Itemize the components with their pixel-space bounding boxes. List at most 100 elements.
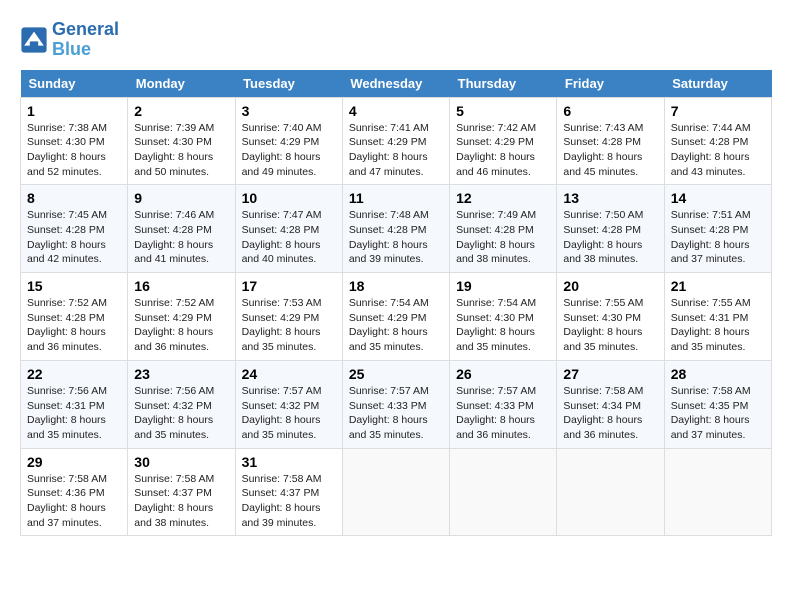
calendar-cell: 6 Sunrise: 7:43 AM Sunset: 4:28 PM Dayli… (557, 97, 664, 185)
calendar-cell: 11 Sunrise: 7:48 AM Sunset: 4:28 PM Dayl… (342, 185, 449, 273)
day-number: 10 (242, 190, 336, 206)
cell-info: Sunrise: 7:58 AM Sunset: 4:36 PM Dayligh… (27, 472, 121, 531)
calendar-cell: 31 Sunrise: 7:58 AM Sunset: 4:37 PM Dayl… (235, 448, 342, 536)
day-header-friday: Friday (557, 70, 664, 98)
day-number: 28 (671, 366, 765, 382)
calendar-cell: 18 Sunrise: 7:54 AM Sunset: 4:29 PM Dayl… (342, 273, 449, 361)
cell-info: Sunrise: 7:57 AM Sunset: 4:33 PM Dayligh… (349, 384, 443, 443)
cell-info: Sunrise: 7:55 AM Sunset: 4:30 PM Dayligh… (563, 296, 657, 355)
day-number: 5 (456, 103, 550, 119)
day-number: 25 (349, 366, 443, 382)
cell-info: Sunrise: 7:39 AM Sunset: 4:30 PM Dayligh… (134, 121, 228, 180)
cell-info: Sunrise: 7:50 AM Sunset: 4:28 PM Dayligh… (563, 208, 657, 267)
calendar-cell (557, 448, 664, 536)
day-number: 19 (456, 278, 550, 294)
cell-info: Sunrise: 7:52 AM Sunset: 4:29 PM Dayligh… (134, 296, 228, 355)
day-number: 11 (349, 190, 443, 206)
calendar-cell: 2 Sunrise: 7:39 AM Sunset: 4:30 PM Dayli… (128, 97, 235, 185)
calendar-cell: 15 Sunrise: 7:52 AM Sunset: 4:28 PM Dayl… (21, 273, 128, 361)
calendar-cell: 30 Sunrise: 7:58 AM Sunset: 4:37 PM Dayl… (128, 448, 235, 536)
calendar-cell: 19 Sunrise: 7:54 AM Sunset: 4:30 PM Dayl… (450, 273, 557, 361)
calendar-week-2: 8 Sunrise: 7:45 AM Sunset: 4:28 PM Dayli… (21, 185, 772, 273)
calendar-cell: 14 Sunrise: 7:51 AM Sunset: 4:28 PM Dayl… (664, 185, 771, 273)
day-number: 1 (27, 103, 121, 119)
cell-info: Sunrise: 7:57 AM Sunset: 4:32 PM Dayligh… (242, 384, 336, 443)
calendar-cell: 20 Sunrise: 7:55 AM Sunset: 4:30 PM Dayl… (557, 273, 664, 361)
day-number: 2 (134, 103, 228, 119)
cell-info: Sunrise: 7:58 AM Sunset: 4:34 PM Dayligh… (563, 384, 657, 443)
cell-info: Sunrise: 7:42 AM Sunset: 4:29 PM Dayligh… (456, 121, 550, 180)
calendar-cell (450, 448, 557, 536)
cell-info: Sunrise: 7:38 AM Sunset: 4:30 PM Dayligh… (27, 121, 121, 180)
calendar-cell: 12 Sunrise: 7:49 AM Sunset: 4:28 PM Dayl… (450, 185, 557, 273)
day-number: 23 (134, 366, 228, 382)
calendar-cell: 1 Sunrise: 7:38 AM Sunset: 4:30 PM Dayli… (21, 97, 128, 185)
day-number: 16 (134, 278, 228, 294)
cell-info: Sunrise: 7:57 AM Sunset: 4:33 PM Dayligh… (456, 384, 550, 443)
day-number: 31 (242, 454, 336, 470)
header: General Blue (20, 20, 772, 60)
day-header-wednesday: Wednesday (342, 70, 449, 98)
day-number: 6 (563, 103, 657, 119)
calendar-cell: 28 Sunrise: 7:58 AM Sunset: 4:35 PM Dayl… (664, 360, 771, 448)
cell-info: Sunrise: 7:58 AM Sunset: 4:37 PM Dayligh… (134, 472, 228, 531)
calendar-header-row: SundayMondayTuesdayWednesdayThursdayFrid… (21, 70, 772, 98)
cell-info: Sunrise: 7:40 AM Sunset: 4:29 PM Dayligh… (242, 121, 336, 180)
calendar-cell: 7 Sunrise: 7:44 AM Sunset: 4:28 PM Dayli… (664, 97, 771, 185)
day-number: 8 (27, 190, 121, 206)
cell-info: Sunrise: 7:49 AM Sunset: 4:28 PM Dayligh… (456, 208, 550, 267)
cell-info: Sunrise: 7:58 AM Sunset: 4:35 PM Dayligh… (671, 384, 765, 443)
calendar-cell: 16 Sunrise: 7:52 AM Sunset: 4:29 PM Dayl… (128, 273, 235, 361)
day-number: 9 (134, 190, 228, 206)
logo-text: General Blue (52, 20, 119, 60)
cell-info: Sunrise: 7:51 AM Sunset: 4:28 PM Dayligh… (671, 208, 765, 267)
calendar-body: 1 Sunrise: 7:38 AM Sunset: 4:30 PM Dayli… (21, 97, 772, 536)
day-number: 13 (563, 190, 657, 206)
day-number: 30 (134, 454, 228, 470)
day-number: 15 (27, 278, 121, 294)
calendar-cell: 24 Sunrise: 7:57 AM Sunset: 4:32 PM Dayl… (235, 360, 342, 448)
cell-info: Sunrise: 7:54 AM Sunset: 4:30 PM Dayligh… (456, 296, 550, 355)
calendar-cell: 23 Sunrise: 7:56 AM Sunset: 4:32 PM Dayl… (128, 360, 235, 448)
calendar-table: SundayMondayTuesdayWednesdayThursdayFrid… (20, 70, 772, 537)
calendar-cell: 22 Sunrise: 7:56 AM Sunset: 4:31 PM Dayl… (21, 360, 128, 448)
calendar-week-4: 22 Sunrise: 7:56 AM Sunset: 4:31 PM Dayl… (21, 360, 772, 448)
calendar-cell: 27 Sunrise: 7:58 AM Sunset: 4:34 PM Dayl… (557, 360, 664, 448)
cell-info: Sunrise: 7:55 AM Sunset: 4:31 PM Dayligh… (671, 296, 765, 355)
logo-icon (20, 26, 48, 54)
calendar-cell: 26 Sunrise: 7:57 AM Sunset: 4:33 PM Dayl… (450, 360, 557, 448)
cell-info: Sunrise: 7:52 AM Sunset: 4:28 PM Dayligh… (27, 296, 121, 355)
calendar-cell: 3 Sunrise: 7:40 AM Sunset: 4:29 PM Dayli… (235, 97, 342, 185)
calendar-cell: 25 Sunrise: 7:57 AM Sunset: 4:33 PM Dayl… (342, 360, 449, 448)
calendar-week-3: 15 Sunrise: 7:52 AM Sunset: 4:28 PM Dayl… (21, 273, 772, 361)
cell-info: Sunrise: 7:48 AM Sunset: 4:28 PM Dayligh… (349, 208, 443, 267)
calendar-cell (342, 448, 449, 536)
cell-info: Sunrise: 7:44 AM Sunset: 4:28 PM Dayligh… (671, 121, 765, 180)
cell-info: Sunrise: 7:58 AM Sunset: 4:37 PM Dayligh… (242, 472, 336, 531)
cell-info: Sunrise: 7:56 AM Sunset: 4:32 PM Dayligh… (134, 384, 228, 443)
cell-info: Sunrise: 7:46 AM Sunset: 4:28 PM Dayligh… (134, 208, 228, 267)
calendar-cell: 17 Sunrise: 7:53 AM Sunset: 4:29 PM Dayl… (235, 273, 342, 361)
day-number: 3 (242, 103, 336, 119)
day-number: 12 (456, 190, 550, 206)
day-number: 4 (349, 103, 443, 119)
day-number: 26 (456, 366, 550, 382)
cell-info: Sunrise: 7:54 AM Sunset: 4:29 PM Dayligh… (349, 296, 443, 355)
cell-info: Sunrise: 7:47 AM Sunset: 4:28 PM Dayligh… (242, 208, 336, 267)
day-header-sunday: Sunday (21, 70, 128, 98)
calendar-cell: 21 Sunrise: 7:55 AM Sunset: 4:31 PM Dayl… (664, 273, 771, 361)
calendar-cell: 10 Sunrise: 7:47 AM Sunset: 4:28 PM Dayl… (235, 185, 342, 273)
day-number: 27 (563, 366, 657, 382)
cell-info: Sunrise: 7:41 AM Sunset: 4:29 PM Dayligh… (349, 121, 443, 180)
cell-info: Sunrise: 7:56 AM Sunset: 4:31 PM Dayligh… (27, 384, 121, 443)
calendar-cell: 4 Sunrise: 7:41 AM Sunset: 4:29 PM Dayli… (342, 97, 449, 185)
day-header-thursday: Thursday (450, 70, 557, 98)
cell-info: Sunrise: 7:45 AM Sunset: 4:28 PM Dayligh… (27, 208, 121, 267)
calendar-cell: 29 Sunrise: 7:58 AM Sunset: 4:36 PM Dayl… (21, 448, 128, 536)
day-number: 21 (671, 278, 765, 294)
calendar-cell: 5 Sunrise: 7:42 AM Sunset: 4:29 PM Dayli… (450, 97, 557, 185)
day-number: 29 (27, 454, 121, 470)
day-number: 22 (27, 366, 121, 382)
day-number: 7 (671, 103, 765, 119)
day-header-saturday: Saturday (664, 70, 771, 98)
